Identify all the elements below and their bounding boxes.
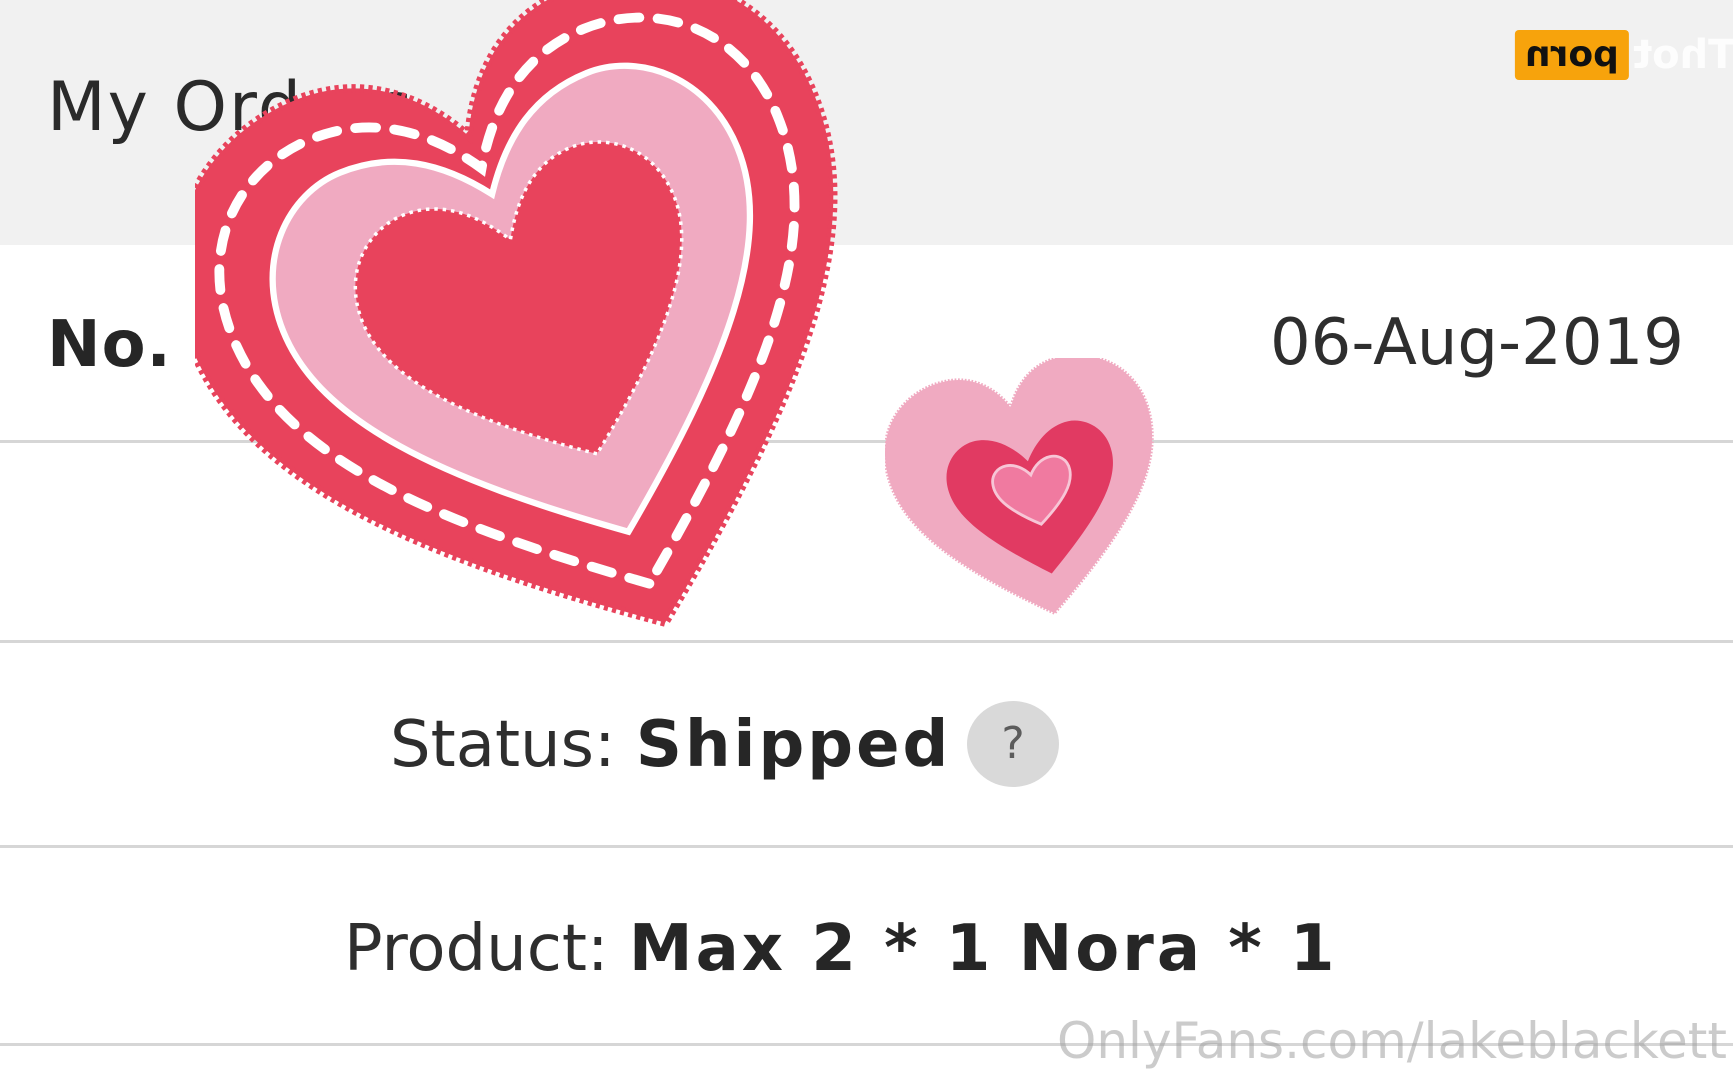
divider: [0, 845, 1733, 848]
help-question-icon[interactable]: ?: [967, 701, 1059, 787]
page-header: My Orders: [0, 0, 1733, 245]
status-label: Status:: [390, 708, 616, 782]
site-logo: porn Thot: [1515, 30, 1733, 80]
order-number: No.: [47, 308, 172, 382]
product-row: Product: Max 2 * 1 Nora * 1: [344, 912, 1338, 986]
logo-text: Thot: [1632, 32, 1733, 78]
order-date: 06-Aug-2019: [1269, 306, 1684, 380]
logo-badge: porn: [1515, 30, 1629, 80]
status-value: Shipped: [635, 708, 952, 782]
divider: [0, 440, 1733, 443]
product-label: Product:: [344, 912, 609, 986]
status-row: Status: Shipped: [390, 708, 951, 782]
page-title: My Orders: [47, 68, 415, 147]
product-value: Max 2 * 1 Nora * 1: [628, 912, 1338, 986]
divider: [0, 640, 1733, 643]
small-heart-sticker-icon: [885, 358, 1154, 616]
watermark: OnlyFans.com/lakeblackett: [1057, 1012, 1727, 1070]
